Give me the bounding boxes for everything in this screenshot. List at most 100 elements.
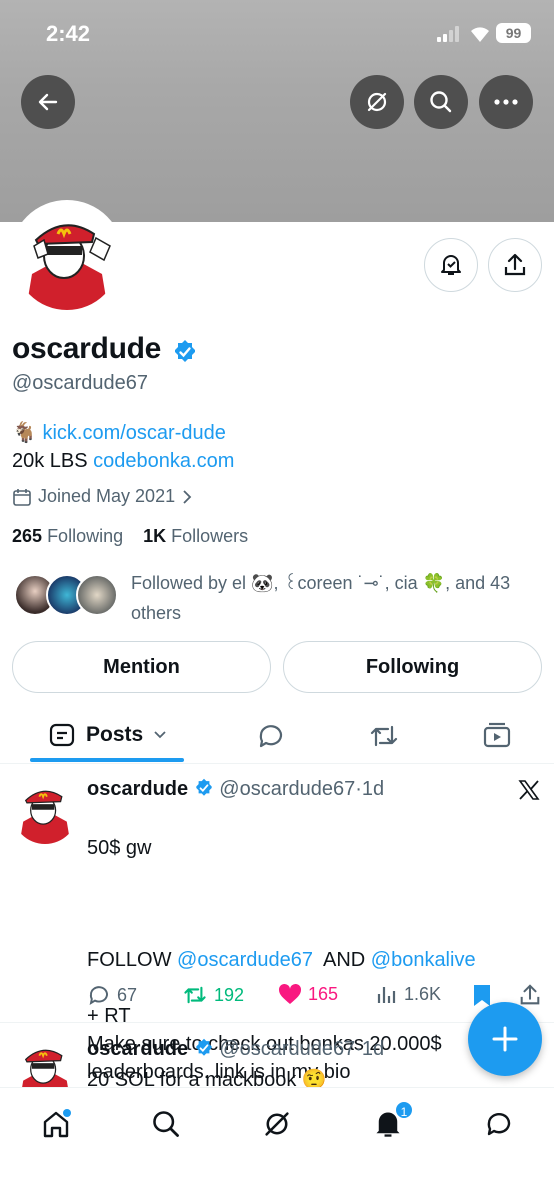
signal-icon — [437, 26, 463, 42]
search-button[interactable] — [414, 75, 468, 129]
calendar-icon — [13, 488, 31, 506]
chat-icon — [487, 1113, 511, 1136]
verified-badge-icon — [196, 778, 212, 796]
wifi-icon — [471, 27, 489, 42]
status-time: 2:42 — [46, 21, 91, 46]
views-chart-icon — [377, 987, 396, 1003]
tab-posts-label: Posts — [86, 723, 144, 746]
share-profile-button[interactable] — [488, 238, 542, 292]
more-options-button[interactable] — [479, 75, 533, 129]
chevron-down-icon — [154, 731, 166, 739]
tweet-line-follow: FOLLOW @oscardude67 AND @bonkalive — [87, 946, 527, 974]
grok-icon — [265, 1112, 289, 1136]
tweet-mention-1[interactable]: @oscardude67 — [177, 949, 313, 971]
profile-handle: @oscardude67 — [12, 372, 148, 394]
share-icon — [504, 253, 526, 276]
tab-reposts-icon[interactable] — [368, 721, 400, 751]
back-button[interactable] — [21, 75, 75, 129]
goat-emoji-icon: 🐐 — [12, 422, 37, 444]
followers-count: 1K — [143, 526, 167, 546]
notifications-toggle-button[interactable] — [424, 238, 478, 292]
nav-home[interactable] — [36, 1104, 76, 1144]
compose-button[interactable] — [468, 1002, 542, 1076]
tab-replies-icon[interactable] — [256, 721, 286, 751]
tweet-line-1: 50$ gw — [87, 837, 152, 859]
bookmark-filled-icon[interactable] — [472, 983, 492, 1007]
tweet-avatar[interactable] — [12, 778, 78, 844]
profile-name: oscardude — [12, 332, 162, 365]
profile-tabs: Posts — [0, 708, 554, 764]
plus-icon — [492, 1026, 518, 1052]
follow-stats: 265 Following 1K Followers — [12, 526, 248, 547]
bio-link-kick[interactable]: kick.com/oscar-dude — [42, 422, 225, 444]
nav-search[interactable] — [146, 1104, 186, 1144]
active-tab-indicator — [30, 758, 184, 762]
following-label: Following — [47, 526, 124, 546]
nav-grok[interactable] — [257, 1104, 297, 1144]
bottom-navigation: 1 — [0, 1087, 554, 1199]
retweet-count: 192 — [214, 984, 245, 1005]
heart-filled-icon — [278, 983, 302, 1004]
followed-by-text[interactable]: Followed by el 🐼, ꒰coreen ˙⊸˙, cia 🍀, an… — [131, 568, 541, 628]
tweet-time: 1d — [361, 1038, 385, 1060]
grok-button[interactable] — [350, 75, 404, 129]
followers-link[interactable]: 1K Followers — [143, 526, 248, 546]
search-icon — [153, 1111, 179, 1137]
followers-label: Followers — [171, 526, 249, 546]
notification-badge: 1 — [394, 1100, 414, 1120]
joined-date: Joined May 2021 — [38, 486, 176, 506]
back-arrow-icon — [38, 93, 58, 111]
tweet-author-handle: @oscardude67 — [219, 1038, 356, 1060]
grok-icon — [367, 92, 387, 112]
tweet-dot: · — [355, 778, 362, 800]
reply-icon — [89, 986, 108, 1005]
tweet-follow-text: FOLLOW — [87, 949, 178, 971]
profile-avatar[interactable] — [10, 200, 124, 314]
bio-link-codebonka[interactable]: codebonka.com — [93, 450, 234, 472]
like-count: 165 — [308, 983, 339, 1004]
reply-action[interactable]: 67 — [87, 983, 137, 1007]
search-icon — [430, 91, 452, 113]
verified-badge-icon — [196, 1038, 212, 1056]
x-logo-icon — [518, 780, 540, 800]
share-icon[interactable] — [518, 983, 542, 1007]
tab-posts[interactable]: Posts — [48, 721, 167, 749]
like-action[interactable]: 165 — [278, 983, 338, 1005]
joined-row[interactable]: Joined May 2021 — [12, 486, 193, 507]
nav-notifications[interactable]: 1 — [368, 1100, 414, 1144]
verified-badge-icon — [175, 340, 195, 362]
following-button[interactable]: Following — [283, 641, 542, 693]
following-link[interactable]: 265 Following — [12, 526, 123, 546]
retweet-icon — [184, 986, 206, 1004]
following-count: 265 — [12, 526, 43, 546]
tweet-dot: · — [355, 1038, 362, 1060]
bio-line-1: 🐐 kick.com/oscar-dude — [12, 420, 226, 445]
tab-media-icon[interactable] — [482, 720, 512, 750]
tweet-mention-2[interactable]: @bonkalive — [371, 949, 476, 971]
posts-icon — [49, 723, 75, 747]
follower-avatar-3[interactable] — [76, 574, 118, 616]
bio-line-2: 20k LBS codebonka.com — [12, 450, 234, 473]
nav-messages[interactable] — [479, 1104, 519, 1144]
chevron-right-icon — [183, 489, 192, 504]
bell-check-icon — [441, 255, 461, 275]
mention-button[interactable]: Mention — [12, 641, 271, 693]
tweet-author-handle: @oscardude67 — [219, 778, 356, 800]
status-bar: 2:42 99 — [0, 0, 554, 66]
more-dots-icon — [494, 99, 518, 105]
tweet-header: oscardude @oscardude67·1d — [87, 778, 384, 801]
retweet-action[interactable]: 192 — [182, 983, 244, 1007]
bio-text: 20k LBS — [12, 450, 94, 472]
profile-screen: 2:42 99 oscardude @oscardude67 🐐 kick.co… — [0, 0, 554, 1199]
tweet-header: oscardude @oscardude67·1d — [87, 1038, 384, 1061]
tweet-author-name[interactable]: oscardude — [87, 1038, 188, 1060]
battery-indicator: 99 — [496, 23, 531, 43]
avatar-illustration — [14, 204, 120, 310]
tweet-time: 1d — [361, 778, 385, 800]
reply-count: 67 — [117, 984, 138, 1005]
tweet-and-text: AND — [312, 949, 371, 971]
views-action[interactable]: 1.6K — [376, 983, 441, 1005]
tweet-author-name[interactable]: oscardude — [87, 778, 188, 800]
views-count: 1.6K — [404, 983, 442, 1004]
home-icon — [43, 1109, 71, 1138]
